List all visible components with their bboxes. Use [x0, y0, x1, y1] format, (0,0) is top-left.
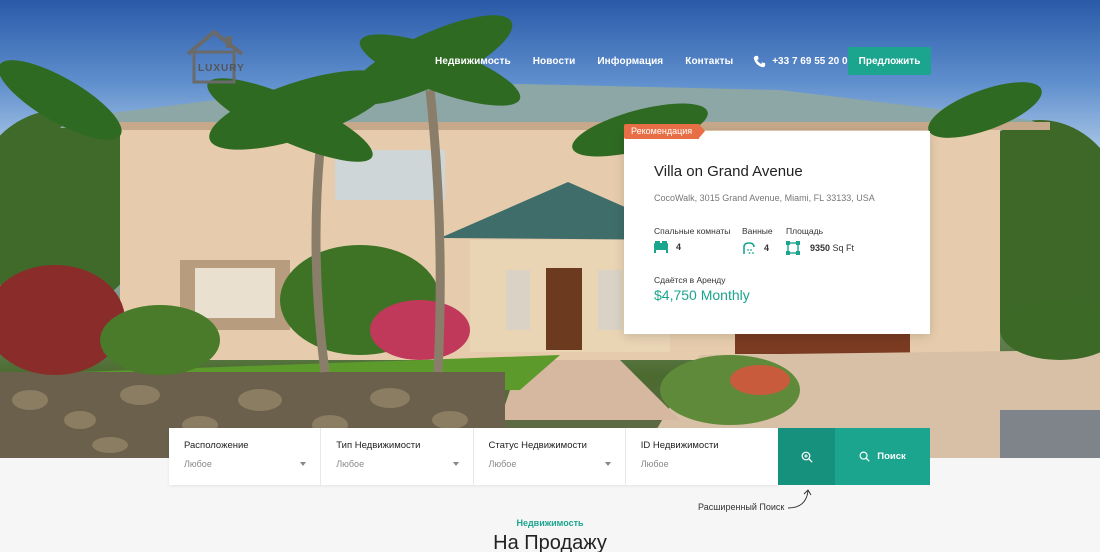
property-title[interactable]: Villa on Grand Avenue: [654, 163, 803, 180]
house-logo-icon: [186, 29, 244, 84]
property-status-select[interactable]: Статус Недвижимости Любое: [474, 428, 626, 485]
nav-item-info[interactable]: Информация: [597, 56, 663, 67]
section-kicker: Недвижимость: [516, 518, 584, 528]
featured-badge: Рекомендация: [624, 124, 706, 139]
property-id-field[interactable]: ID Недвижимости Любое: [626, 428, 778, 485]
phone-number: +33 7 69 55 20 07: [772, 55, 854, 67]
area-unit: Sq Ft: [832, 243, 855, 253]
bedrooms-value: 4: [676, 242, 682, 252]
location-label: Расположение: [184, 440, 249, 451]
chevron-down-icon: [604, 462, 611, 466]
search-button-label: Поиск: [877, 451, 906, 462]
property-type-select[interactable]: Тип Недвижимости Любое: [321, 428, 474, 485]
nav-item-news[interactable]: Новости: [533, 56, 576, 67]
area-label: Площадь: [786, 226, 824, 236]
location-select[interactable]: Расположение Любое: [169, 428, 322, 485]
advanced-search-hint: Расширенный Поиск: [698, 502, 785, 512]
curved-arrow-icon: [787, 489, 812, 509]
property-address: CocoWalk, 3015 Grand Avenue, Miami, FL 3…: [654, 193, 875, 203]
property-status-label: Статус Недвижимости: [488, 440, 587, 451]
bathrooms-feature: Ванные 4: [742, 226, 773, 255]
property-id-placeholder[interactable]: Любое: [641, 459, 669, 469]
shower-icon: [743, 242, 755, 254]
main-nav: Недвижимость Новости Информация Контакты…: [435, 50, 884, 72]
zoom-in-icon: [801, 451, 813, 463]
property-type-value: Любое: [336, 459, 365, 469]
listing-status-label: Сдаётся в Аренду: [654, 275, 726, 285]
bathrooms-value: 4: [764, 243, 770, 253]
nav-item-contacts[interactable]: Контакты: [685, 56, 733, 67]
search-button[interactable]: Поиск: [835, 428, 930, 485]
advanced-search-button[interactable]: [778, 428, 835, 485]
phone-icon: [754, 55, 766, 67]
area-value: 9350: [810, 243, 831, 253]
site-logo[interactable]: LUXURY: [184, 29, 248, 86]
bedrooms-label: Спальные комнаты: [654, 226, 731, 236]
logo-text: LUXURY: [198, 63, 245, 74]
property-price: $4,750 Monthly: [654, 287, 750, 303]
property-status-value: Любое: [488, 459, 517, 469]
offer-button[interactable]: Предложить: [848, 47, 931, 75]
location-value: Любое: [184, 459, 212, 469]
chevron-down-icon: [300, 462, 307, 466]
search-icon: [859, 451, 870, 462]
bed-icon: [654, 241, 668, 253]
area-feature: Площадь 9350 Sq Ft: [786, 226, 854, 255]
section-title: На Продажу: [493, 532, 607, 552]
chevron-down-icon: [452, 462, 459, 466]
bathrooms-label: Ванные: [742, 226, 773, 236]
bedrooms-feature: Спальные комнаты 4: [654, 226, 730, 253]
search-bar: Расположение Любое Тип Недвижимости Любо…: [169, 428, 778, 485]
property-id-label: ID Недвижимости: [640, 440, 719, 451]
property-type-label: Тип Недвижимости: [336, 440, 421, 451]
featured-property-card[interactable]: Villa on Grand Avenue CocoWalk, 3015 Gra…: [624, 131, 930, 334]
nav-item-realty[interactable]: Недвижимость: [435, 56, 511, 67]
area-icon: [786, 241, 800, 255]
phone-link[interactable]: +33 7 69 55 20 07: [753, 55, 853, 68]
